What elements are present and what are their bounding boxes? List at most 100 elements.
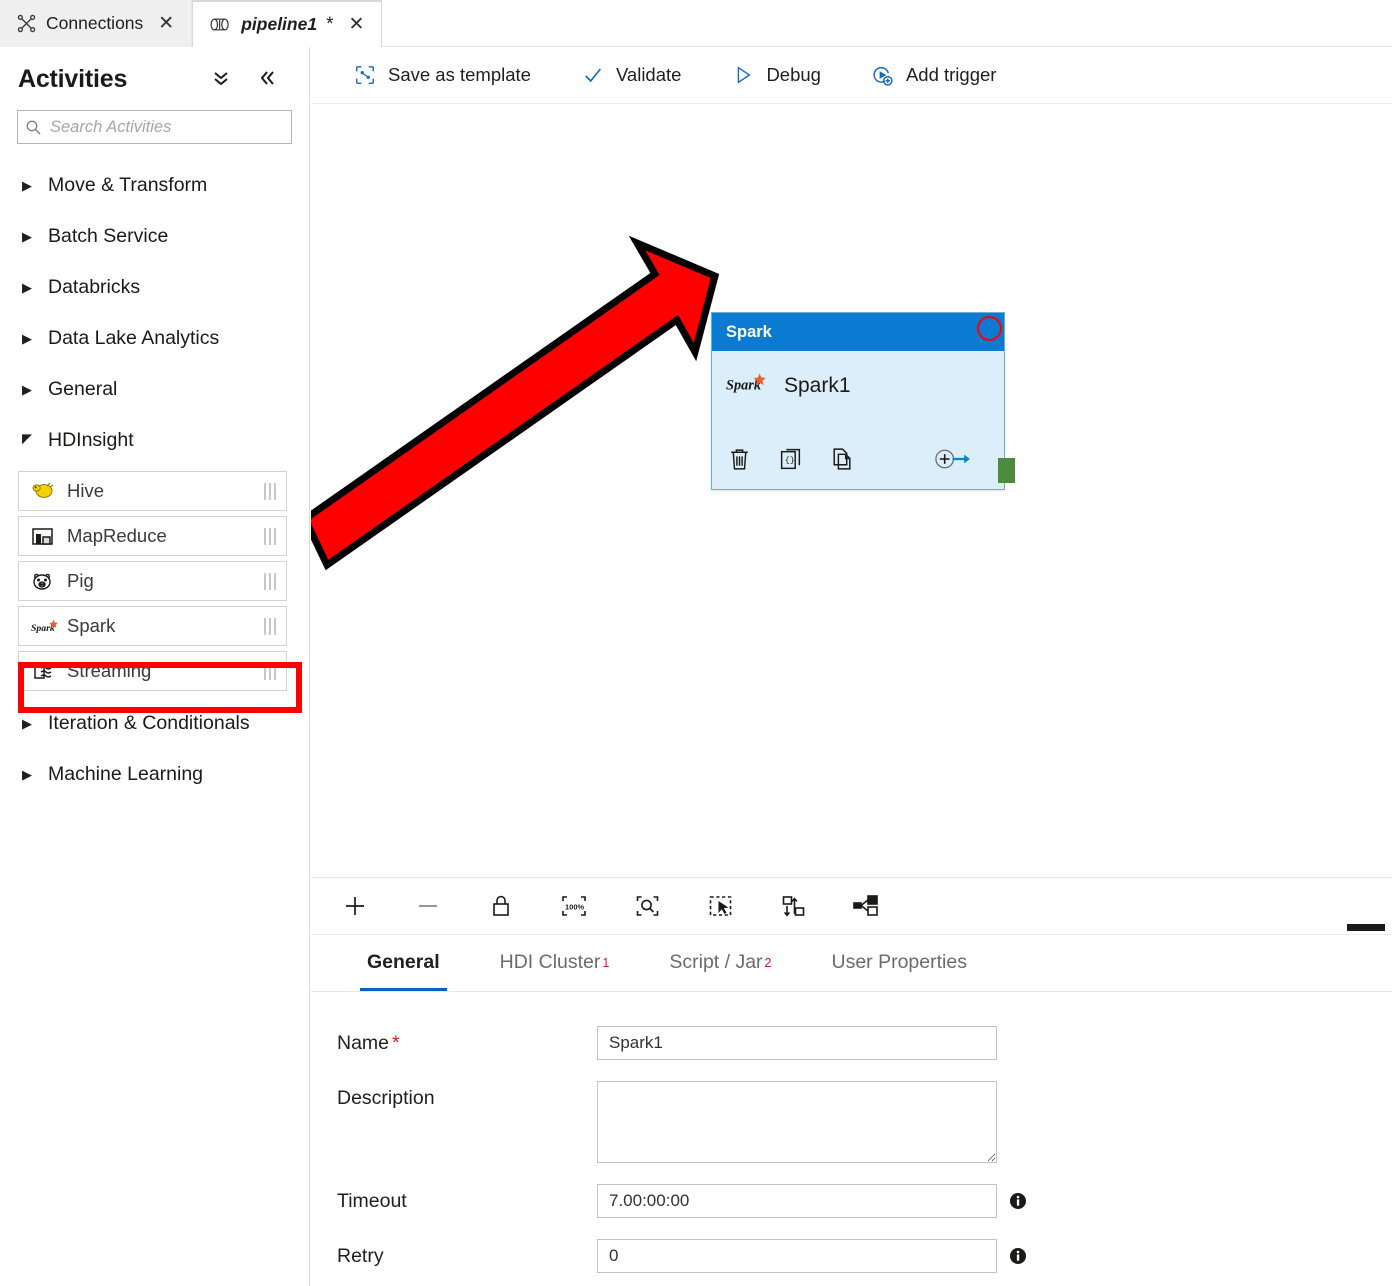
info-icon[interactable] — [1009, 1247, 1027, 1265]
retry-input[interactable] — [597, 1239, 997, 1273]
pipeline-command-bar: Save as template Validate Debug Add trig… — [311, 47, 1392, 104]
search-icon — [18, 119, 48, 136]
command-label: Add trigger — [905, 64, 997, 85]
add-trigger-button[interactable]: Add trigger — [871, 64, 1021, 87]
add-output-arrow-icon[interactable] — [933, 446, 970, 472]
editor-tabstrip: Connections ✕ pipeline1 * ✕ — [0, 0, 1392, 47]
double-chevron-left-icon[interactable] — [257, 68, 277, 92]
category-label: Batch Service — [48, 225, 169, 247]
field-row-timeout: Timeout — [337, 1184, 1392, 1218]
panel-resize-handle[interactable] — [1347, 924, 1385, 931]
code-braces-icon[interactable]: {} — [779, 447, 802, 472]
activity-category-list: Move & Transform Batch Service Databrick… — [0, 160, 309, 800]
timeout-control — [597, 1184, 1027, 1218]
red-circle-highlight — [977, 316, 1002, 341]
tab-label: Connections — [46, 13, 144, 33]
trash-icon[interactable] — [728, 447, 751, 472]
activity-item-pig[interactable]: Pig — [18, 561, 287, 601]
zoom-100-percent-icon[interactable]: 100% — [558, 890, 590, 922]
activity-item-mapreduce[interactable]: MapReduce — [18, 516, 287, 556]
timeout-label: Timeout — [337, 1184, 597, 1213]
category-label: Databricks — [48, 276, 141, 298]
tab-general[interactable]: General — [337, 934, 470, 991]
hive-icon — [31, 480, 63, 502]
tab-connections[interactable]: Connections ✕ — [0, 0, 193, 47]
save-as-template-button[interactable]: Save as template — [353, 64, 555, 86]
add-trigger-icon — [871, 64, 895, 87]
command-label: Save as template — [388, 64, 531, 85]
search-input[interactable] — [48, 112, 291, 142]
chevron-right-icon — [22, 281, 34, 294]
field-label-text: Timeout — [337, 1190, 407, 1212]
activity-label: Pig — [67, 570, 94, 591]
activity-node-spark1[interactable]: Spark Spark Spark1 {} — [711, 312, 1015, 490]
field-row-name: Name * — [337, 1026, 1392, 1060]
drag-handle[interactable] — [264, 617, 276, 635]
tab-pipeline1[interactable]: pipeline1 * ✕ — [192, 0, 383, 47]
chevron-right-icon — [22, 230, 34, 243]
marquee-select-icon[interactable] — [704, 890, 736, 922]
activity-item-hive[interactable]: Hive — [18, 471, 287, 511]
zoom-in-button[interactable] — [339, 890, 371, 922]
tab-script-jar[interactable]: Script / Jar 2 — [639, 934, 801, 991]
tab-hdi-cluster[interactable]: HDI Cluster 1 — [470, 934, 640, 991]
drag-handle[interactable] — [264, 482, 276, 500]
auto-align-icon[interactable] — [777, 890, 809, 922]
sidebar-category-data-lake-analytics[interactable]: Data Lake Analytics — [0, 313, 309, 364]
sidebar-category-batch-service[interactable]: Batch Service — [0, 211, 309, 262]
tab-user-properties[interactable]: User Properties — [802, 934, 997, 991]
activity-item-spark[interactable]: Spark Spark — [18, 606, 287, 646]
save-as-template-icon — [353, 64, 377, 86]
chevron-right-icon — [22, 383, 34, 396]
node-title-row: Spark Spark1 — [712, 351, 1004, 400]
validate-button[interactable]: Validate — [581, 64, 705, 86]
sidebar-category-machine-learning[interactable]: Machine Learning — [0, 749, 309, 800]
chevron-right-icon — [22, 717, 34, 730]
search-activities-box[interactable] — [17, 110, 292, 144]
close-icon[interactable]: ✕ — [348, 15, 364, 34]
category-label: General — [48, 378, 118, 400]
lock-icon[interactable] — [485, 890, 517, 922]
name-input[interactable] — [597, 1026, 997, 1060]
activity-item-streaming[interactable]: Streaming — [18, 651, 287, 691]
field-label-text: Name — [337, 1032, 390, 1054]
spark-icon: Spark — [31, 617, 63, 636]
pipeline-canvas[interactable]: Spark Spark Spark1 {} — [311, 104, 1392, 877]
double-chevron-down-icon[interactable] — [211, 68, 231, 92]
success-output-port[interactable] — [998, 458, 1015, 483]
pipeline-icon — [209, 16, 232, 33]
pig-icon — [31, 571, 63, 592]
chevron-right-icon — [22, 179, 34, 192]
description-textarea[interactable] — [597, 1081, 997, 1163]
tab-badge: 2 — [764, 955, 772, 970]
zoom-fit-icon[interactable] — [631, 890, 663, 922]
field-label-text: Retry — [337, 1245, 384, 1267]
copy-icon[interactable] — [830, 447, 853, 472]
sidebar-category-hdinsight[interactable]: HDInsight — [0, 415, 309, 466]
tab-badge: 1 — [602, 955, 610, 970]
drag-handle[interactable] — [264, 572, 276, 590]
canvas-zoom-toolbar: 100% — [311, 877, 1392, 935]
sidebar-category-general[interactable]: General — [0, 364, 309, 415]
svg-text:{}: {} — [785, 455, 795, 465]
drag-handle[interactable] — [264, 662, 276, 680]
pipeline-main-area: Save as template Validate Debug Add trig… — [311, 47, 1392, 1286]
close-icon[interactable]: ✕ — [158, 14, 174, 33]
chevron-right-icon — [22, 768, 34, 781]
drag-handle[interactable] — [264, 527, 276, 545]
debug-button[interactable]: Debug — [731, 64, 845, 86]
sidebar-category-iteration-conditionals[interactable]: Iteration & Conditionals — [0, 698, 309, 749]
command-label: Validate — [615, 64, 682, 85]
activities-sidebar: Activities Search Activities ▶ Move & Tr… — [0, 47, 310, 1286]
info-icon[interactable] — [1009, 1192, 1027, 1210]
auto-layout-icon[interactable] — [850, 890, 882, 922]
page-title: Activities — [18, 65, 128, 93]
tab-label: pipeline1 — [241, 14, 318, 34]
timeout-input[interactable] — [597, 1184, 997, 1218]
sidebar-category-databricks[interactable]: Databricks — [0, 262, 309, 313]
tab-label: General — [367, 951, 440, 973]
zoom-out-button[interactable] — [412, 890, 444, 922]
required-asterisk: * — [392, 1032, 400, 1054]
node-body: Spark Spark1 {} — [712, 351, 1015, 490]
sidebar-category-move-transform[interactable]: Move & Transform — [0, 160, 309, 211]
